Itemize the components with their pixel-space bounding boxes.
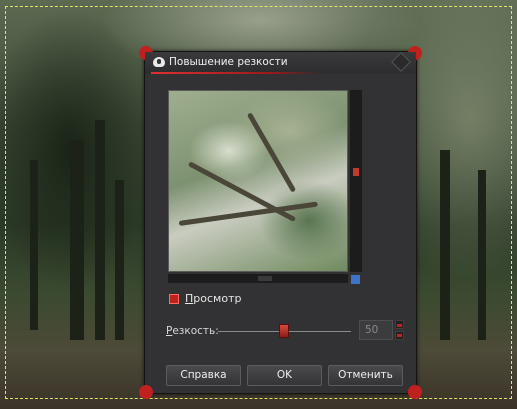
preview-horizontal-scrollbar[interactable]: [168, 274, 348, 283]
eye-icon: [153, 57, 165, 67]
dialog-titlebar[interactable]: Повышение резкости: [145, 52, 416, 74]
ok-button[interactable]: OK: [247, 365, 322, 386]
sharpness-slider-handle[interactable]: [279, 324, 289, 338]
dialog-corner-decoration: [139, 385, 153, 399]
diamond-icon[interactable]: [391, 52, 411, 72]
spin-up-button[interactable]: [395, 320, 404, 329]
sharpness-value-input[interactable]: 50: [359, 320, 393, 340]
ok-button-label: OK: [276, 369, 293, 381]
title-accent-line: [151, 72, 321, 74]
preview-image[interactable]: [168, 90, 348, 272]
sharpness-label: Резкость:: [166, 325, 219, 337]
preview-checkbox[interactable]: [169, 294, 179, 304]
preview-vertical-scrollbar[interactable]: [350, 90, 362, 272]
help-button-label: Справка: [180, 369, 227, 381]
sharpen-dialog: Повышение резкости Просмотр Резкость: 50…: [139, 46, 422, 399]
preview-branch: [178, 201, 318, 226]
spin-down-button[interactable]: [395, 331, 404, 340]
scrollbar-thumb[interactable]: [258, 276, 272, 281]
dialog-corner-decoration: [408, 385, 422, 399]
scrollbar-thumb[interactable]: [353, 168, 359, 176]
preview-branch: [246, 112, 297, 193]
dialog-title: Повышение резкости: [169, 56, 288, 68]
preview-checkbox-label[interactable]: Просмотр: [185, 292, 241, 305]
navigate-icon[interactable]: [351, 275, 360, 284]
help-button[interactable]: Справка: [166, 365, 241, 386]
cancel-button[interactable]: Отменить: [328, 365, 403, 386]
cancel-button-label: Отменить: [338, 369, 393, 381]
